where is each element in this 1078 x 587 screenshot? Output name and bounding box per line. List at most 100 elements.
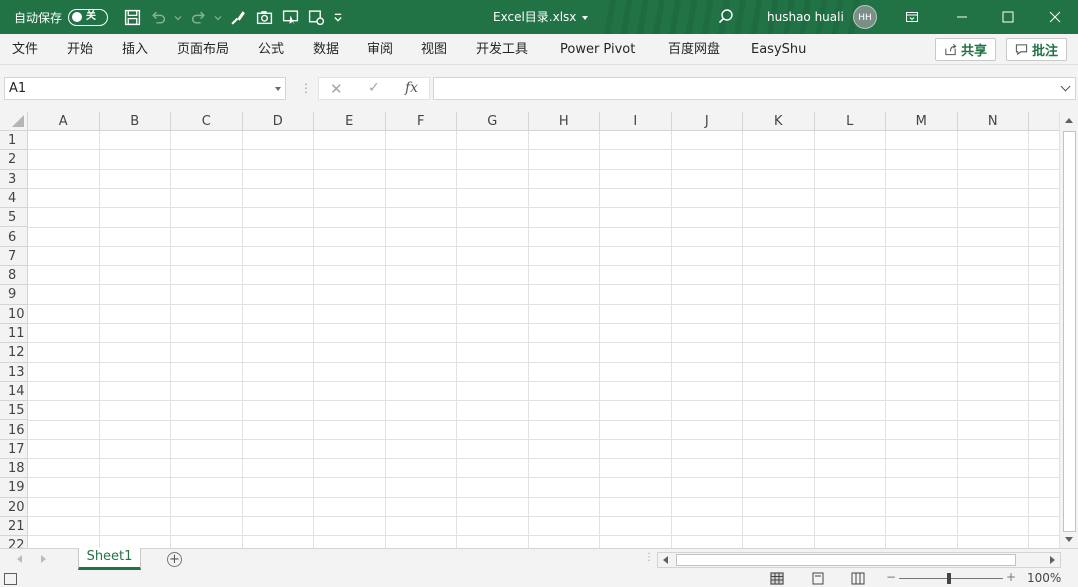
camera-icon[interactable] [254, 7, 274, 27]
avatar[interactable]: HH [853, 5, 877, 29]
row-header[interactable]: 13 [0, 363, 27, 382]
row-header[interactable]: 2 [0, 150, 27, 170]
expand-formula-icon[interactable] [1060, 81, 1071, 92]
row-header[interactable]: 7 [0, 247, 27, 267]
column-header[interactable]: E [314, 112, 386, 131]
minimize-icon[interactable] [939, 0, 985, 34]
tab-page-layout[interactable]: 页面布局 [177, 34, 229, 65]
scroll-thumb[interactable] [676, 554, 1016, 566]
comments-button[interactable]: 批注 [1006, 38, 1068, 61]
column-header[interactable]: H [529, 112, 600, 131]
maximize-icon[interactable] [985, 0, 1031, 34]
tab-split-handle-icon[interactable]: ⋮ [644, 552, 654, 563]
row-header[interactable]: 12 [0, 343, 27, 363]
column-header[interactable]: F [386, 112, 457, 131]
row-header[interactable]: 4 [0, 189, 27, 209]
row-header[interactable]: 8 [0, 266, 27, 286]
column-header[interactable]: C [171, 112, 243, 131]
insert-function-icon[interactable]: fx [405, 80, 418, 96]
add-sheet-icon[interactable]: + [167, 552, 182, 567]
customize-toolbar-icon[interactable] [332, 7, 344, 27]
confirm-icon[interactable]: ✓ [368, 80, 380, 96]
macro-record-icon[interactable] [4, 573, 17, 585]
select-all-button[interactable] [0, 112, 28, 131]
cancel-icon[interactable]: ✕ [330, 80, 343, 98]
touch-mode-icon[interactable] [306, 7, 326, 27]
scroll-right-icon[interactable] [1050, 556, 1055, 564]
tab-review[interactable]: 审阅 [367, 34, 393, 65]
row-header[interactable]: 14 [0, 382, 27, 402]
tab-view[interactable]: 视图 [421, 34, 447, 65]
undo-dropdown-icon[interactable] [174, 7, 182, 27]
drag-handle-icon[interactable]: ⋮ [300, 81, 312, 95]
save-icon[interactable] [122, 7, 142, 27]
column-header[interactable]: B [100, 112, 171, 131]
row-header[interactable]: 15 [0, 401, 27, 421]
row-header[interactable]: 3 [0, 170, 27, 189]
user-name[interactable]: hushao huali [767, 0, 844, 34]
zoom-level[interactable]: 100% [1027, 571, 1061, 585]
zoom-out-button[interactable]: − [886, 570, 896, 584]
tab-formulas[interactable]: 公式 [258, 34, 284, 65]
column-header[interactable]: G [457, 112, 529, 131]
horizontal-scrollbar[interactable] [657, 552, 1061, 568]
sheet-tab[interactable]: Sheet1 [78, 548, 141, 570]
column-header[interactable]: A [28, 112, 100, 131]
tab-easyshu[interactable]: EasyShu [751, 34, 806, 65]
normal-view-icon[interactable] [770, 572, 784, 585]
scroll-left-icon[interactable] [663, 556, 668, 564]
vertical-scrollbar[interactable] [1059, 112, 1078, 548]
format-painter-icon[interactable] [228, 7, 248, 27]
column-header[interactable]: N [958, 112, 1029, 131]
tab-baidu-netdisk[interactable]: 百度网盘 [668, 34, 720, 65]
page-break-view-icon[interactable] [851, 572, 865, 585]
undo-icon[interactable] [148, 7, 168, 27]
zoom-slider[interactable] [899, 578, 1003, 579]
row-header[interactable]: 18 [0, 459, 27, 479]
ribbon-display-icon[interactable] [889, 0, 935, 34]
row-header[interactable]: 21 [0, 517, 27, 537]
column-header[interactable]: M [886, 112, 958, 131]
column-header[interactable]: I [600, 112, 672, 131]
formula-input[interactable] [433, 77, 1076, 100]
row-header[interactable]: 22 [0, 536, 27, 548]
row-header[interactable]: 17 [0, 440, 27, 460]
autosave-toggle[interactable]: 关 [68, 8, 109, 26]
tab-developer[interactable]: 开发工具 [476, 34, 528, 65]
share-button[interactable]: 共享 [935, 38, 997, 61]
close-icon[interactable] [1032, 0, 1078, 34]
name-box[interactable]: A1 [4, 77, 286, 100]
page-layout-view-icon[interactable] [811, 572, 825, 585]
next-sheet-icon[interactable] [41, 555, 46, 563]
row-header[interactable]: 9 [0, 285, 27, 305]
zoom-slider-handle[interactable] [947, 573, 951, 584]
column-header[interactable]: L [815, 112, 886, 131]
tab-file[interactable]: 文件 [12, 34, 38, 65]
prev-sheet-icon[interactable] [17, 555, 22, 563]
redo-icon[interactable] [188, 7, 208, 27]
column-header[interactable]: K [743, 112, 815, 131]
tab-home[interactable]: 开始 [67, 34, 93, 65]
cell-area[interactable] [28, 131, 1059, 548]
scroll-thumb[interactable] [1063, 131, 1076, 532]
row-header[interactable]: 10 [0, 305, 27, 324]
zoom-in-button[interactable]: + [1006, 570, 1016, 584]
column-header[interactable]: D [243, 112, 314, 131]
present-icon[interactable] [280, 7, 300, 27]
tab-data[interactable]: 数据 [313, 34, 339, 65]
row-header[interactable]: 16 [0, 421, 27, 440]
chevron-down-icon[interactable] [275, 87, 281, 91]
scroll-up-icon[interactable] [1065, 118, 1073, 123]
row-header[interactable]: 1 [0, 131, 27, 151]
row-header[interactable]: 6 [0, 228, 27, 247]
redo-dropdown-icon[interactable] [214, 7, 222, 27]
tab-power-pivot[interactable]: Power Pivot [560, 34, 635, 65]
row-header[interactable]: 20 [0, 498, 27, 517]
tab-insert[interactable]: 插入 [122, 34, 148, 65]
row-header[interactable]: 5 [0, 208, 27, 228]
row-header[interactable]: 11 [0, 324, 27, 344]
column-header[interactable]: J [672, 112, 743, 131]
document-title[interactable]: Excel目录.xlsx [493, 0, 589, 34]
search-icon[interactable] [716, 7, 736, 27]
scroll-down-icon[interactable] [1065, 537, 1073, 542]
